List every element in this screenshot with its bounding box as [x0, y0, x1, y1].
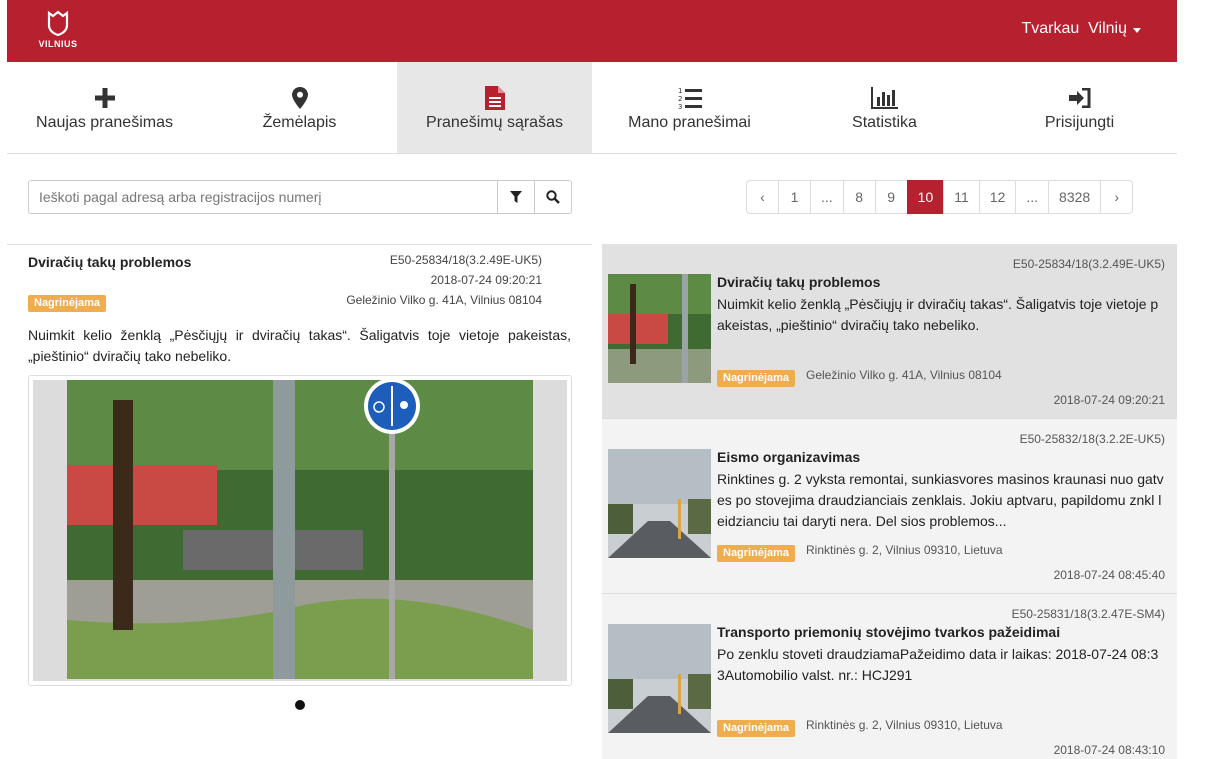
item-address: Rinktinės g. 2, Vilnius 09310, Lietuva: [806, 718, 1003, 732]
carousel-dot-active[interactable]: [295, 700, 305, 710]
nav-item-label: Statistika: [852, 114, 917, 131]
detail-code: E50-25834/18(3.2.49E-UK5): [389, 253, 542, 267]
status-badge: Nagrinėjama: [717, 720, 796, 737]
search-icon: [546, 190, 560, 204]
detail-photo[interactable]: [33, 380, 567, 681]
main-nav: Naujas pranešimas Žemėlapis Pranešimų są…: [7, 62, 1177, 154]
item-title: Transporto priemonių stovėjimo tvarkos p…: [717, 624, 1061, 640]
search-input[interactable]: [29, 181, 497, 213]
report-list: E50-25834/18(3.2.49E-UK5) Dviračių takų …: [602, 244, 1177, 759]
file-text-icon: [484, 86, 505, 110]
filter-icon: [510, 191, 522, 203]
item-title: Dviračių takų problemos: [717, 274, 881, 290]
plus-icon: [94, 86, 115, 110]
search-bar: [28, 180, 572, 214]
pagination-ellipsis: ...: [810, 180, 844, 214]
list-item[interactable]: E50-25832/18(3.2.2E-UK5) Eismo organizav…: [602, 419, 1177, 594]
filter-button[interactable]: [497, 181, 534, 213]
bar-chart-icon: [870, 86, 899, 110]
nav-item-my-reports[interactable]: 1 2 3 Mano pranešimai: [592, 62, 787, 153]
logo-text: VILNIUS: [38, 39, 78, 49]
caret-down-icon: [1133, 27, 1141, 33]
svg-text:2: 2: [678, 95, 682, 103]
city-crest-icon: [47, 10, 69, 36]
pagination-next[interactable]: ›: [1100, 180, 1134, 214]
map-marker-icon: [291, 86, 308, 110]
nav-item-label: Prisijungti: [1044, 114, 1115, 131]
pagination-page-active[interactable]: 10: [906, 180, 945, 214]
status-badge: Nagrinėjama: [717, 545, 796, 562]
svg-text:3: 3: [678, 103, 682, 110]
report-detail: Dviračių takų problemos E50-25834/18(3.2…: [7, 244, 592, 759]
item-text: Rinktines g. 2 vyksta remontai, sunkiasv…: [717, 471, 1164, 529]
item-address: Rinktinės g. 2, Vilnius 09310, Lietuva: [806, 543, 1003, 557]
nav-item-label: Naujas pranešimas: [36, 114, 173, 131]
nav-item-report-list[interactable]: Pranešimų sąrašas: [397, 62, 592, 153]
pagination-page[interactable]: 9: [874, 180, 908, 214]
app-frame: VILNIUS Tvarkau Vilnių Naujas pranešimas…: [7, 0, 1177, 759]
pagination-page[interactable]: 12: [978, 180, 1017, 214]
item-code: E50-25834/18(3.2.49E-UK5): [1012, 257, 1165, 271]
nav-item-label: Pranešimų sąrašas: [426, 114, 563, 131]
item-thumbnail: [608, 624, 711, 733]
item-code: E50-25832/18(3.2.2E-UK5): [1019, 432, 1165, 446]
top-bar: VILNIUS Tvarkau Vilnių: [7, 0, 1177, 62]
pagination-page[interactable]: 8328: [1048, 180, 1102, 214]
list-item[interactable]: E50-25831/18(3.2.47E-SM4) Transporto pri…: [602, 594, 1177, 759]
nav-item-label: Žemėlapis: [262, 114, 337, 131]
item-thumbnail: [608, 449, 711, 558]
nav-item-login[interactable]: Prisijungti: [982, 62, 1177, 153]
item-address: Geležinio Vilko g. 41A, Vilnius 08104: [806, 368, 1002, 382]
pagination-page[interactable]: 8: [842, 180, 876, 214]
item-text: Po zenklu stoveti draudziamaPažeidimo da…: [717, 646, 1159, 683]
user-menu-dropdown[interactable]: Tvarkau Vilnių: [1021, 20, 1141, 38]
detail-date: 2018-07-24 09:20:21: [430, 273, 542, 287]
item-title: Eismo organizavimas: [717, 449, 861, 465]
user-menu-label: Tvarkau Vilnių: [1021, 20, 1127, 37]
svg-text:1: 1: [678, 87, 682, 95]
vilnius-logo[interactable]: VILNIUS: [31, 10, 85, 54]
detail-photo-frame: [28, 375, 572, 686]
item-date: 2018-07-24 09:20:21: [1053, 393, 1165, 407]
status-badge: Nagrinėjama: [28, 295, 107, 312]
nav-item-map[interactable]: Žemėlapis: [202, 62, 397, 153]
pagination-page[interactable]: 11: [943, 180, 980, 214]
item-date: 2018-07-24 08:45:40: [1053, 568, 1165, 582]
pagination-ellipsis: ...: [1015, 180, 1050, 214]
nav-item-statistics[interactable]: Statistika: [787, 62, 982, 153]
pagination-prev[interactable]: ‹: [746, 180, 779, 214]
item-date: 2018-07-24 08:43:10: [1053, 743, 1165, 757]
ordered-list-icon: 1 2 3: [678, 86, 702, 110]
detail-address: Geležinio Vilko g. 41A, Vilnius 08104: [346, 293, 542, 307]
pagination-page[interactable]: 1: [778, 180, 811, 214]
item-text: Nuimkit kelio ženklą „Pėsčiųjų ir dvirač…: [717, 296, 1159, 333]
nav-item-new-report[interactable]: Naujas pranešimas: [7, 62, 202, 153]
item-thumbnail: [608, 274, 711, 383]
status-badge: Nagrinėjama: [717, 370, 796, 387]
sign-in-icon: [1068, 86, 1091, 110]
detail-title: Dviračių takų problemos: [28, 254, 192, 270]
item-code: E50-25831/18(3.2.47E-SM4): [1011, 607, 1165, 621]
list-item[interactable]: E50-25834/18(3.2.49E-UK5) Dviračių takų …: [602, 244, 1177, 419]
search-button[interactable]: [534, 181, 571, 213]
nav-item-label: Mano pranešimai: [628, 114, 751, 131]
pagination: ‹ 1 ... 8 9 10 11 12 ... 8328 ›: [746, 180, 1134, 214]
detail-description: Nuimkit kelio ženklą „Pėsčiųjų ir dvirač…: [28, 327, 571, 364]
